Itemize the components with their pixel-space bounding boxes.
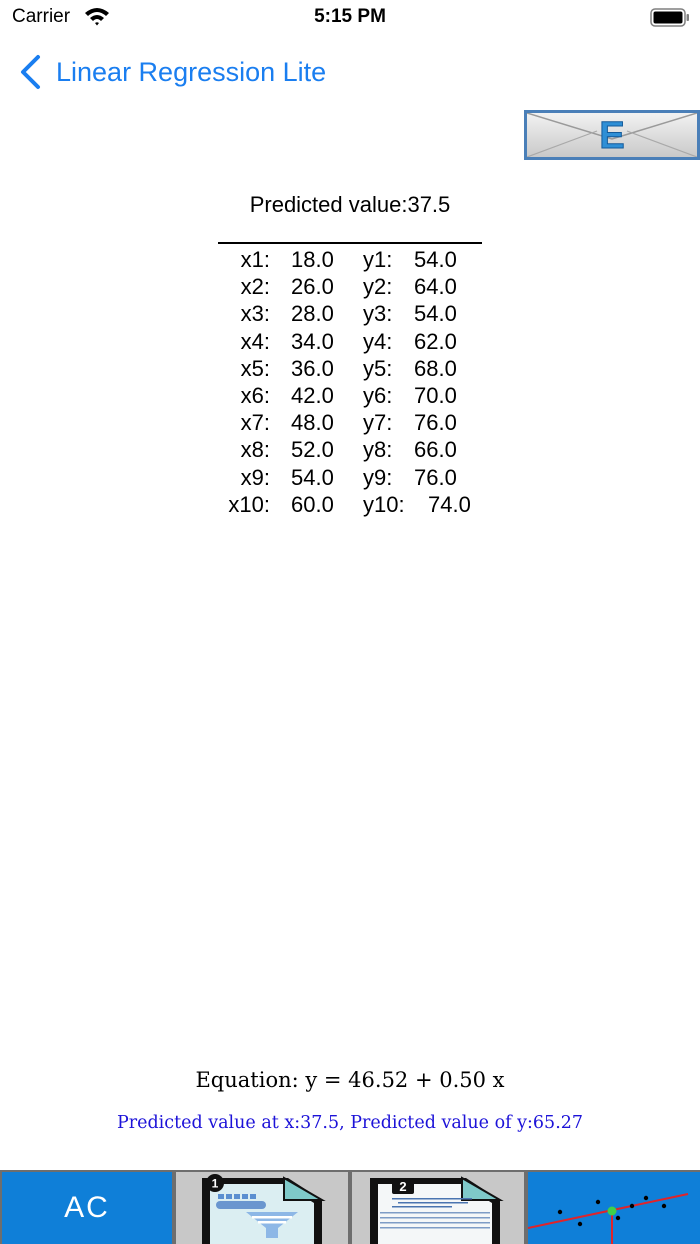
data-row: x5: 36.0 y5: 68.0 <box>0 355 700 382</box>
back-button[interactable]: Linear Regression Lite <box>18 52 326 92</box>
x-value: 54.0 <box>291 464 334 490</box>
data-row: x1: 18.0 y1: 54.0 <box>0 246 700 273</box>
y-label: y8: <box>363 437 393 463</box>
email-button[interactable]: E <box>524 110 700 160</box>
x-label: x1: <box>240 247 270 272</box>
all-clear-label: AC <box>64 1191 110 1224</box>
back-button-label: Linear Regression Lite <box>56 56 327 87</box>
scatter-plot-button[interactable] <box>528 1172 700 1244</box>
y-label: y3: <box>363 301 393 327</box>
y-label: y4: <box>363 328 393 354</box>
data-row: x8: 52.0 y8: 66.0 <box>0 436 700 463</box>
data-point-list: x1: 18.0 y1: 54.0 x2: 26.0 y2: 64.0 x3: … <box>0 246 700 518</box>
x-value: 48.0 <box>291 410 334 436</box>
document-filter-icon: 1 <box>202 1174 326 1244</box>
y-label: y10: <box>363 491 405 517</box>
chevron-left-icon <box>21 55 40 89</box>
y-label: y7: <box>363 410 393 436</box>
report-button[interactable]: 2 <box>352 1172 524 1244</box>
x-label: x4: <box>240 328 270 354</box>
data-row: x6: 42.0 y6: 70.0 <box>0 382 700 409</box>
data-row: x7: 48.0 y7: 76.0 <box>0 409 700 436</box>
y-value: 76.0 <box>414 410 457 436</box>
y-label: y2: <box>363 274 393 300</box>
data-row: x4: 34.0 y4: 62.0 <box>0 328 700 355</box>
x-label: x6: <box>240 382 270 408</box>
battery-icon <box>650 8 690 27</box>
y-label: y5: <box>363 355 393 381</box>
x-value: 52.0 <box>291 437 334 463</box>
data-row: x2: 26.0 y2: 64.0 <box>0 273 700 300</box>
x-value: 42.0 <box>291 382 334 408</box>
divider <box>218 242 482 244</box>
regression-equation: Equation: y = 46.52 + 0.50 x <box>195 1068 505 1092</box>
prediction-result: Predicted value at x:37.5, Predicted val… <box>116 1113 584 1133</box>
data-entry-button[interactable]: 1 <box>176 1172 348 1244</box>
email-letter: E <box>599 115 624 157</box>
bottom-toolbar: AC 1 2 <box>0 1170 700 1244</box>
x-label: x5: <box>240 355 270 381</box>
data-row: x9: 54.0 y9: 76.0 <box>0 464 700 491</box>
y-value: 64.0 <box>414 274 457 300</box>
x-value: 34.0 <box>291 328 334 354</box>
x-label: x3: <box>240 301 270 327</box>
x-label: x10: <box>228 491 270 517</box>
y-value: 54.0 <box>414 301 457 327</box>
data-row: x3: 28.0 y3: 54.0 <box>0 300 700 327</box>
doc2-badge: 2 <box>399 1179 406 1194</box>
x-value: 36.0 <box>291 355 334 381</box>
predicted-value-heading: Predicted value:37.5 <box>249 192 451 217</box>
x-label: x2: <box>240 274 270 300</box>
status-bar: Carrier 5:15 PM <box>0 0 700 36</box>
y-value: 62.0 <box>414 328 457 354</box>
x-value: 18.0 <box>291 247 334 272</box>
y-value: 54.0 <box>414 247 457 272</box>
all-clear-button[interactable]: AC <box>2 1172 172 1244</box>
y-value: 76.0 <box>414 464 457 490</box>
y-value: 68.0 <box>414 355 457 381</box>
envelope-icon: E <box>527 113 697 157</box>
document-text-icon: 2 <box>370 1176 504 1244</box>
data-row: x10: 60.0 y10: 74.0 <box>0 491 700 518</box>
x-label: x7: <box>240 410 270 436</box>
y-label: y6: <box>363 382 393 408</box>
y-value: 70.0 <box>414 382 457 408</box>
x-label: x8: <box>240 437 270 463</box>
x-value: 28.0 <box>291 301 334 327</box>
x-value: 26.0 <box>291 274 334 300</box>
y-value: 66.0 <box>414 437 457 463</box>
y-value: 74.0 <box>428 491 471 517</box>
y-label: y9: <box>363 464 393 490</box>
clock: 5:15 PM <box>314 6 386 27</box>
scatter-plot-icon <box>528 1193 689 1244</box>
x-value: 60.0 <box>291 491 334 517</box>
x-label: x9: <box>240 464 270 490</box>
y-label: y1: <box>363 247 393 272</box>
doc1-badge: 1 <box>212 1177 219 1191</box>
